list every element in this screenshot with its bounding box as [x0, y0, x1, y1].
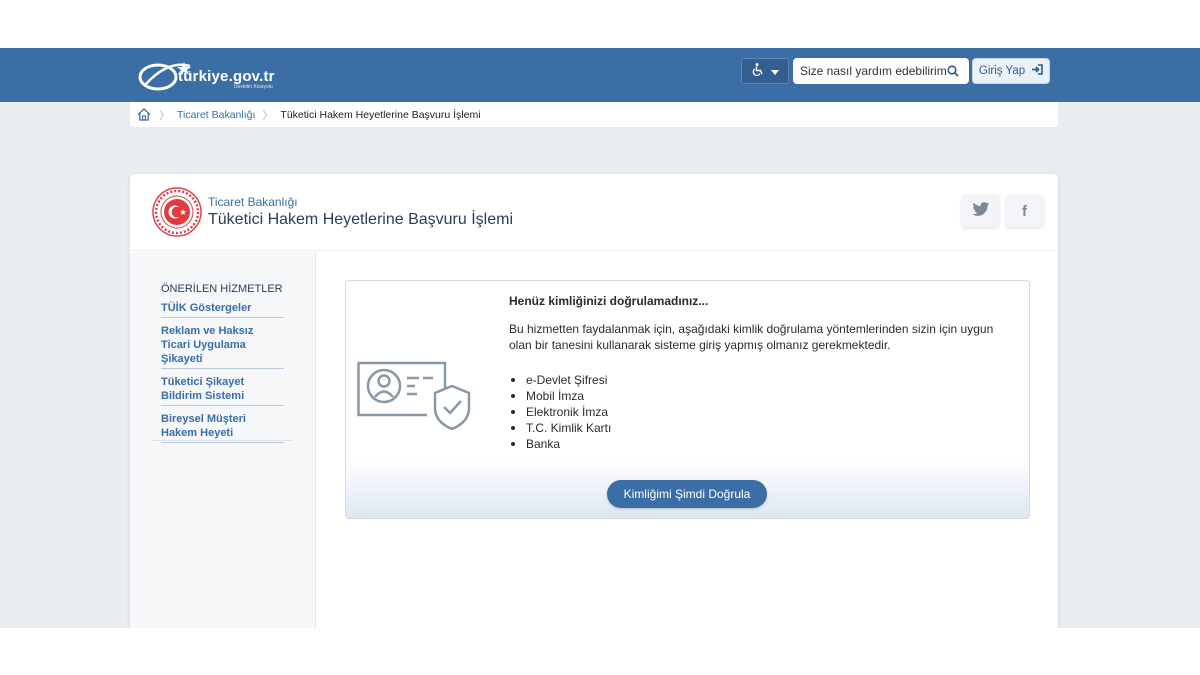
logo-subtext: Devletin Kısayolu	[234, 84, 273, 90]
login-button[interactable]: Giriş Yap	[972, 58, 1050, 84]
list-item: Banka	[509, 436, 611, 452]
list-item: Elektronik İmza	[509, 404, 611, 420]
facebook-icon: f	[1022, 202, 1027, 220]
auth-method-label: e-Devlet Şifresi	[526, 373, 608, 387]
twitter-icon	[971, 201, 990, 221]
sidebar-title: ÖNERİLEN HİZMETLER	[161, 283, 283, 295]
sidebar: ÖNERİLEN HİZMETLER TÜİK Göstergeler Rekl…	[130, 252, 316, 628]
search-icon[interactable]	[946, 64, 960, 78]
auth-method-label: Mobil İmza	[526, 389, 585, 403]
bullet	[511, 394, 515, 398]
bullet	[511, 426, 515, 430]
breadcrumb: 〉 Ticaret Bakanlığı 〉 Tüketici Hakem Hey…	[130, 102, 1058, 127]
breadcrumb-separator: 〉	[159, 109, 170, 122]
service-header: Ticaret Bakanlığı Tüketici Hakem Heyetle…	[130, 174, 1058, 251]
bullet	[511, 410, 515, 414]
verification-description: Bu hizmetten faydalanmak için, aşağıdaki…	[509, 322, 994, 352]
page-title: Tüketici Hakem Heyetlerine Başvuru İşlem…	[208, 211, 513, 228]
ministry-emblem-icon	[152, 187, 202, 237]
breadcrumb-ministry-link[interactable]: Ticaret Bakanlığı	[177, 109, 255, 121]
logo-text: türkiye.gov.tr	[178, 68, 275, 85]
identity-verification-panel: Henüz kimliğinizi doğrulamadınız... Bu h…	[345, 280, 1030, 519]
page-background: türkiye.gov.tr Devletin Kısayolu Size na…	[0, 48, 1200, 628]
sign-in-icon	[1031, 64, 1043, 78]
list-item: e-Devlet Şifresi	[509, 372, 611, 388]
twitter-share-button[interactable]	[962, 195, 999, 227]
breadcrumb-separator: 〉	[262, 109, 274, 122]
list-item: T.C. Kimlik Kartı	[509, 420, 611, 436]
sidebar-item-bireysel-musteri[interactable]: Bireysel Müşteri Hakem Heyeti	[161, 406, 284, 443]
breadcrumb-current: Tüketici Hakem Heyetlerine Başvuru İşlem…	[280, 108, 481, 121]
caret-down-icon	[770, 64, 779, 78]
sidebar-item-tuketici-sikayet[interactable]: Tüketici Şikayet Bildirim Sistemi	[161, 369, 284, 406]
list-item: Mobil İmza	[509, 388, 611, 404]
bullet	[511, 378, 515, 382]
home-icon[interactable]	[136, 107, 152, 123]
accessibility-menu-button[interactable]	[741, 58, 789, 84]
turkiye-gov-logo[interactable]: türkiye.gov.tr Devletin Kısayolu	[138, 56, 308, 96]
service-card: Ticaret Bakanlığı Tüketici Hakem Heyetle…	[130, 174, 1058, 628]
recommended-services-list: TÜİK Göstergeler Reklam ve Haksız Ticari…	[161, 298, 284, 443]
verify-identity-button[interactable]: Kimliğimi Şimdi Doğrula	[607, 480, 767, 508]
auth-method-label: T.C. Kimlik Kartı	[526, 421, 612, 435]
sidebar-item-reklam-sikayeti[interactable]: Reklam ve Haksız Ticari Uygulama Şikayet…	[161, 318, 284, 369]
top-navigation-bar: türkiye.gov.tr Devletin Kısayolu Size na…	[0, 48, 1200, 102]
search-input[interactable]	[800, 64, 946, 78]
wheelchair-icon	[752, 63, 764, 79]
auth-method-label: Elektronik İmza	[526, 405, 609, 419]
facebook-share-button[interactable]: f	[1006, 195, 1043, 227]
login-label: Giriş Yap	[978, 65, 1026, 77]
verification-heading: Henüz kimliğinizi doğrulamadınız...	[509, 294, 709, 308]
search-box	[793, 58, 969, 84]
sidebar-divider	[152, 440, 293, 441]
auth-method-label: Banka	[526, 437, 561, 451]
identity-card-shield-icon	[357, 361, 471, 431]
auth-methods-list: e-Devlet Şifresi Mobil İmza Elektronik İ…	[509, 372, 611, 452]
sidebar-item-tuik-gostergeler[interactable]: TÜİK Göstergeler	[161, 298, 284, 318]
ministry-name: Ticaret Bakanlığı	[208, 195, 298, 209]
bullet	[511, 442, 515, 446]
